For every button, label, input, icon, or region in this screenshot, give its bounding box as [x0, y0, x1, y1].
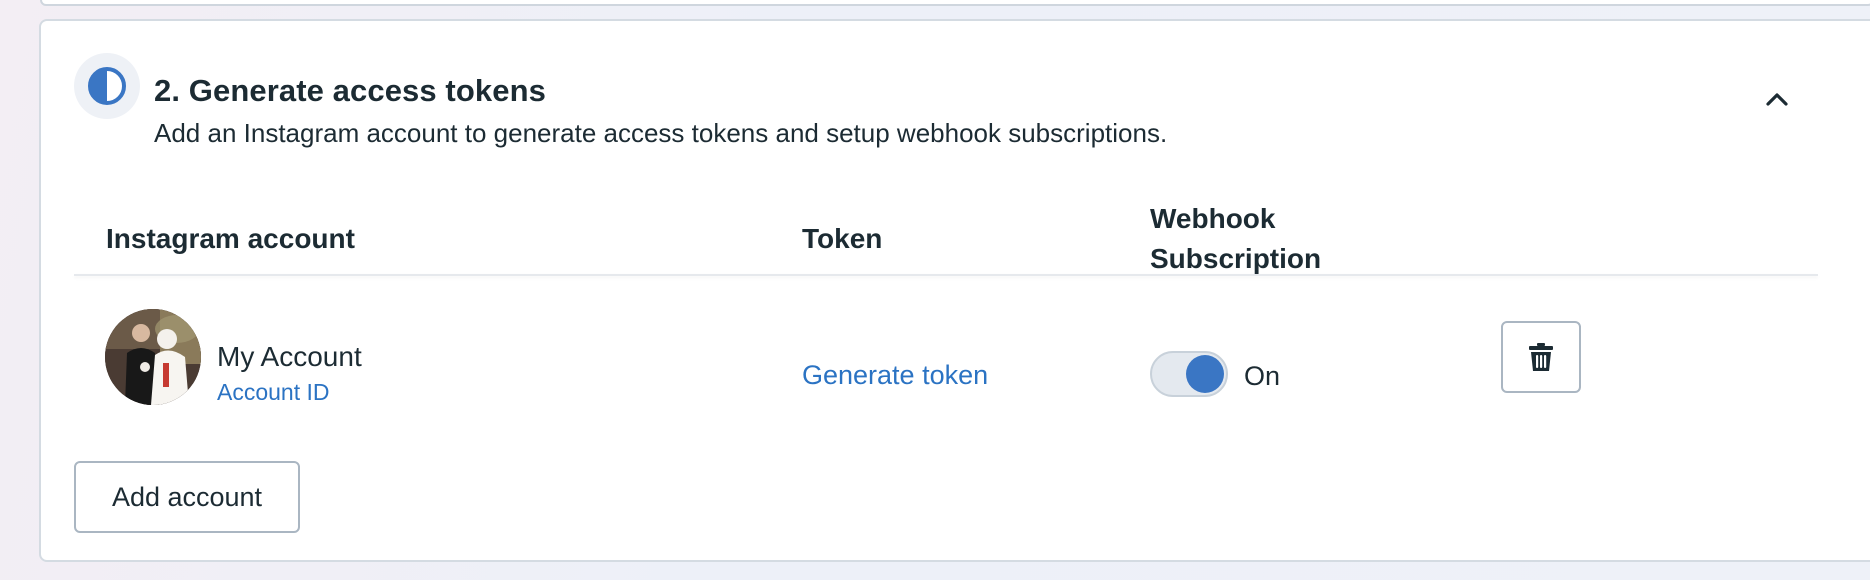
column-header-instagram-account: Instagram account	[106, 223, 355, 254]
step-card-generate-tokens: 2. Generate access tokens Add an Instagr…	[39, 19, 1870, 562]
avatar	[105, 309, 201, 405]
webhook-state-label: On	[1244, 361, 1281, 391]
toggle-knob	[1186, 355, 1224, 393]
trash-icon	[1529, 343, 1553, 371]
chevron-up-icon	[1766, 93, 1788, 106]
column-header-token: Token	[802, 223, 883, 254]
generate-token-link[interactable]: Generate token	[802, 360, 988, 391]
collapse-button[interactable]	[1757, 79, 1797, 119]
delete-account-button[interactable]	[1501, 321, 1581, 393]
table-header-divider	[74, 274, 1818, 276]
add-account-button[interactable]: Add account	[74, 461, 300, 533]
column-header-webhook-subscription: Webhook Subscription	[1150, 203, 1322, 274]
step-status-badge	[74, 53, 140, 119]
half-circle-progress-icon	[88, 67, 126, 105]
account-id-link[interactable]: Account ID	[217, 379, 330, 406]
step-description: Add an Instagram account to generate acc…	[154, 118, 1168, 148]
webhook-subscription-toggle[interactable]	[1150, 351, 1228, 397]
account-name: My Account	[217, 341, 362, 372]
step-title: 2. Generate access tokens	[154, 73, 546, 108]
previous-step-card	[40, 0, 1870, 6]
